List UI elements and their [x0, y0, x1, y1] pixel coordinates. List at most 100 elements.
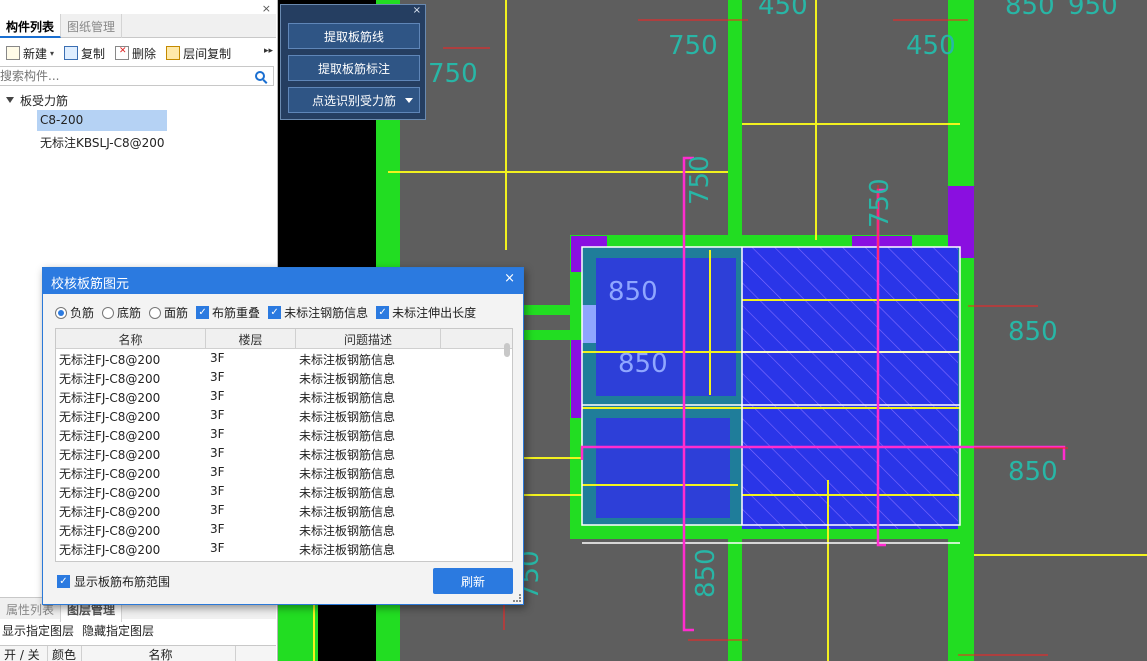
checkbox-checked-icon[interactable]: ✓: [57, 575, 70, 588]
close-icon[interactable]: ×: [504, 271, 515, 286]
refresh-button[interactable]: 刷新: [433, 568, 513, 594]
radio-indicator[interactable]: [55, 306, 67, 319]
dim-label: 850: [691, 548, 721, 598]
tree-root-label: 板受力筋: [20, 93, 69, 108]
radio-indicator[interactable]: [149, 306, 162, 319]
hide-layer-button[interactable]: 隐藏指定图层: [82, 622, 154, 639]
table-row[interactable]: 无标注FJ-C8@200 3F 未标注板钢筋信息: [56, 501, 512, 520]
resize-grip-icon[interactable]: [513, 594, 521, 602]
show-rebar-range-checkbox[interactable]: ✓ 显示板筋布筋范围: [57, 573, 170, 590]
dim-label: 750: [865, 178, 895, 228]
delete-icon: [115, 46, 130, 60]
table-row[interactable]: 无标注FJ-C8@200 3F 未标注板钢筋信息: [56, 349, 512, 368]
cell-name: 无标注FJ-C8@200: [59, 505, 161, 519]
radio-negative-rebar[interactable]: 负筋: [55, 304, 94, 321]
cell-floor: 3F: [210, 522, 225, 536]
search-icon[interactable]: [255, 71, 265, 81]
vertical-scrollbar[interactable]: [504, 343, 510, 357]
column-header[interactable]: 名称: [82, 646, 236, 661]
dialog-title: 校核板筋图元: [43, 268, 523, 294]
component-tree: 板受力筋 C8-200 无标注KBSLJ-C8@200: [0, 90, 276, 152]
chevron-down-icon[interactable]: ▾: [50, 49, 54, 58]
radio-indicator[interactable]: [102, 306, 115, 319]
hatch-fill: [742, 247, 958, 529]
check-unlabeled-extension-length[interactable]: ✓ 未标注伸出长度: [376, 304, 476, 321]
cell-name: 无标注FJ-C8@200: [59, 391, 161, 405]
table-row[interactable]: 无标注FJ-C8@200 3F 未标注板钢筋信息: [56, 425, 512, 444]
tree-item[interactable]: 无标注KBSLJ-C8@200: [37, 131, 276, 152]
table-row[interactable]: 无标注FJ-C8@200 3F 未标注板钢筋信息: [56, 520, 512, 539]
cell-issue: 未标注板钢筋信息: [299, 372, 396, 386]
cell-floor: 3F: [210, 465, 225, 479]
checkbox-checked-icon[interactable]: ✓: [196, 306, 210, 319]
cell-issue: 未标注板钢筋信息: [299, 543, 396, 557]
table-row[interactable]: 无标注FJ-C8@200 3F 未标注板钢筋信息: [56, 444, 512, 463]
dim-label: 850: [608, 277, 658, 307]
cell-name: 无标注FJ-C8@200: [59, 410, 161, 424]
radio-bottom-rebar[interactable]: 底筋: [102, 304, 141, 321]
close-icon[interactable]: ×: [413, 5, 421, 16]
table-row[interactable]: 无标注FJ-C8@200 3F 未标注板钢筋信息: [56, 539, 512, 558]
delete-button[interactable]: 删除: [111, 42, 160, 64]
check-rebar-overlap[interactable]: ✓ 布筋重叠: [196, 304, 260, 321]
check-unlabeled-rebar-info[interactable]: ✓ 未标注钢筋信息: [268, 304, 368, 321]
column-header[interactable]: 颜色: [48, 646, 82, 661]
tree-root-slab-rebar[interactable]: 板受力筋: [0, 90, 276, 110]
cell-name: 无标注FJ-C8@200: [59, 353, 161, 367]
expand-arrow-icon[interactable]: [6, 97, 14, 103]
floor-copy-label: 层间复制: [183, 46, 232, 61]
table-row[interactable]: 无标注FJ-C8@200 3F 未标注板钢筋信息: [56, 387, 512, 406]
cell-floor: 3F: [210, 541, 225, 555]
column-header[interactable]: 开 / 关: [0, 646, 48, 661]
extract-rebar-annotation-button[interactable]: 提取板筋标注: [288, 55, 420, 81]
checkbox-label: 布筋重叠: [212, 306, 261, 320]
show-layer-button[interactable]: 显示指定图层: [2, 622, 74, 639]
dim-label: 850: [618, 349, 668, 379]
checkbox-label: 未标注伸出长度: [392, 306, 477, 320]
dim-label: 950: [1068, 0, 1118, 21]
cell-floor: 3F: [210, 503, 225, 517]
panel-tabs: 构件列表 图纸管理: [0, 14, 276, 38]
floor-copy-icon: [166, 46, 181, 60]
more-tools-icon[interactable]: ▸▸: [264, 46, 273, 56]
pick-identify-label: 点选识别受力筋: [311, 93, 396, 108]
layer-table-header: 开 / 关 颜色 名称: [0, 645, 276, 661]
tab-component-list[interactable]: 构件列表: [0, 14, 62, 38]
tree-item[interactable]: C8-200: [37, 110, 167, 131]
layer-actions: 显示指定图层 隐藏指定图层: [0, 622, 154, 639]
dim-label: 850: [1005, 0, 1055, 21]
chevron-down-icon[interactable]: [405, 98, 413, 103]
table-row[interactable]: 无标注FJ-C8@200 3F 未标注板钢筋信息: [56, 368, 512, 387]
cell-name: 无标注FJ-C8@200: [59, 486, 161, 500]
cell-floor: 3F: [210, 446, 225, 460]
dim-label: 450: [906, 31, 956, 61]
tab-drawing-management[interactable]: 图纸管理: [61, 14, 123, 38]
search-input[interactable]: [0, 67, 255, 85]
copy-label: 复制: [81, 46, 106, 61]
pick-identify-rebar-button[interactable]: 点选识别受力筋: [288, 87, 420, 113]
extract-tools-window: × 提取板筋线 提取板筋标注 点选识别受力筋: [280, 4, 426, 120]
extract-rebar-lines-button[interactable]: 提取板筋线: [288, 23, 420, 49]
cell-name: 无标注FJ-C8@200: [59, 448, 161, 462]
dim-label: 450: [758, 0, 808, 21]
table-header: 名称 楼层 问题描述: [56, 329, 512, 349]
table-row[interactable]: 无标注FJ-C8@200 3F 未标注板钢筋信息: [56, 463, 512, 482]
column-header-floor[interactable]: 楼层: [206, 329, 296, 348]
dialog-title-text: 校核板筋图元: [51, 277, 130, 292]
cell-name: 无标注FJ-C8@200: [59, 543, 161, 557]
column-header-issue[interactable]: 问题描述: [296, 329, 441, 348]
radio-top-rebar[interactable]: 面筋: [149, 304, 188, 321]
table-body: 无标注FJ-C8@200 3F 未标注板钢筋信息 无标注FJ-C8@200 3F 未标注板…: [56, 349, 512, 558]
checkbox-checked-icon[interactable]: ✓: [268, 306, 282, 319]
copy-button[interactable]: 复制: [60, 42, 109, 64]
floor-copy-button[interactable]: 层间复制: [162, 42, 235, 64]
radio-label: 底筋: [117, 306, 142, 320]
column-header-name[interactable]: 名称: [56, 329, 206, 348]
new-button[interactable]: 新建 ▾: [2, 42, 58, 64]
table-row[interactable]: 无标注FJ-C8@200 3F 未标注板钢筋信息: [56, 482, 512, 501]
dim-label: 850: [1008, 317, 1058, 347]
checkbox-checked-icon[interactable]: ✓: [376, 306, 390, 319]
radio-label: 负筋: [70, 306, 95, 320]
table-row[interactable]: 无标注FJ-C8@200 3F 未标注板钢筋信息: [56, 406, 512, 425]
cell-floor: 3F: [210, 370, 225, 384]
